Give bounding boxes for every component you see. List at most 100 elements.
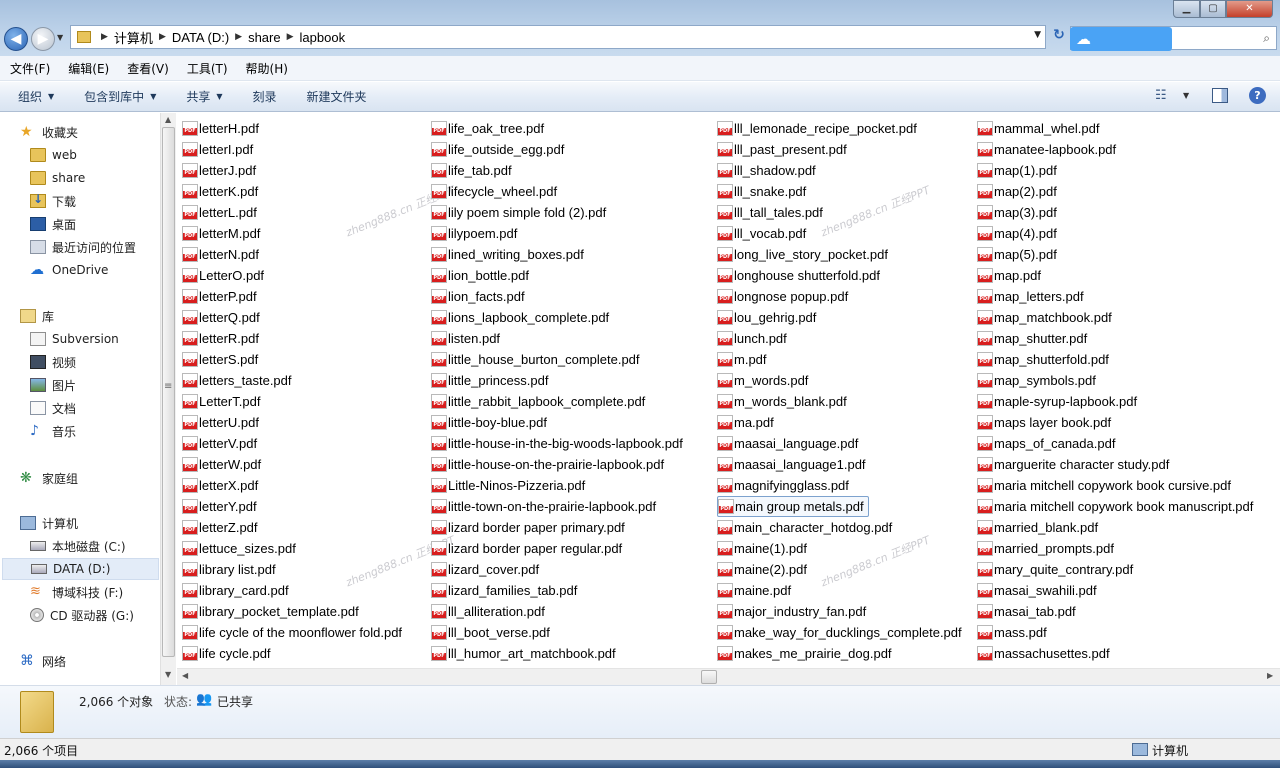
new-folder-button[interactable]: 新建文件夹 xyxy=(289,88,379,105)
file-item[interactable]: life_oak_tree.pdf xyxy=(431,118,544,139)
file-item[interactable]: lou_gehrig.pdf xyxy=(717,307,816,328)
file-item[interactable]: letterZ.pdf xyxy=(182,517,258,538)
file-item[interactable]: masai_swahili.pdf xyxy=(977,580,1097,601)
file-item[interactable]: life_outside_egg.pdf xyxy=(431,139,564,160)
file-item[interactable]: lions_lapbook_complete.pdf xyxy=(431,307,609,328)
chevron-right-icon[interactable]: ▶ xyxy=(101,32,108,42)
menu-help[interactable]: 帮助(H) xyxy=(236,60,296,77)
navigation-scrollbar[interactable]: ▲ ▼ xyxy=(160,113,176,685)
file-item[interactable]: lll_shadow.pdf xyxy=(717,160,816,181)
file-item[interactable]: maria mitchell copywork book cursive.pdf xyxy=(977,475,1231,496)
file-item[interactable]: letterY.pdf xyxy=(182,496,257,517)
file-item[interactable]: map(3).pdf xyxy=(977,202,1057,223)
file-item[interactable]: letterJ.pdf xyxy=(182,160,256,181)
file-item[interactable]: lion_bottle.pdf xyxy=(431,265,529,286)
file-item[interactable]: map_symbols.pdf xyxy=(977,370,1096,391)
file-item[interactable]: maps_of_canada.pdf xyxy=(977,433,1115,454)
file-item[interactable]: letterW.pdf xyxy=(182,454,261,475)
file-item[interactable]: maps layer book.pdf xyxy=(977,412,1111,433)
file-item[interactable]: lll_vocab.pdf xyxy=(717,223,806,244)
menu-view[interactable]: 查看(V) xyxy=(117,60,177,77)
file-item[interactable]: listen.pdf xyxy=(431,328,500,349)
nav-homegroup[interactable]: ❋ 家庭组 xyxy=(20,467,78,489)
file-item[interactable]: map_letters.pdf xyxy=(977,286,1084,307)
file-item[interactable]: letterL.pdf xyxy=(182,202,257,223)
file-item[interactable]: lll_alliteration.pdf xyxy=(431,601,545,622)
file-item[interactable]: letterM.pdf xyxy=(182,223,260,244)
file-item[interactable]: lll_lemonade_recipe_pocket.pdf xyxy=(717,118,917,139)
address-bar[interactable]: ▶ 计算机 ▶ DATA (D:) ▶ share ▶ lapbook ▼ xyxy=(70,25,1046,49)
nav-item-onedrive[interactable]: ☁ OneDrive xyxy=(30,259,108,281)
file-item[interactable]: map_shutterfold.pdf xyxy=(977,349,1109,370)
scroll-right-arrow-icon[interactable]: ▶ xyxy=(1267,671,1273,680)
file-item[interactable]: lilypoem.pdf xyxy=(431,223,517,244)
file-item[interactable]: major_industry_fan.pdf xyxy=(717,601,866,622)
file-item[interactable]: little-house-in-the-big-woods-lapbook.pd… xyxy=(431,433,683,454)
nav-item-subversion[interactable]: Subversion xyxy=(30,328,119,350)
file-item[interactable]: map_matchbook.pdf xyxy=(977,307,1112,328)
scroll-down-arrow-icon[interactable]: ▼ xyxy=(165,670,171,679)
change-view-icon[interactable]: ☷ xyxy=(1155,88,1167,103)
file-item[interactable]: lion_facts.pdf xyxy=(431,286,525,307)
breadcrumb-drive[interactable]: DATA (D:) xyxy=(172,30,229,45)
file-item[interactable]: maple-syrup-lapbook.pdf xyxy=(977,391,1137,412)
cloud-drive-overlay[interactable]: ☁ xyxy=(1070,27,1172,51)
file-item[interactable]: map(5).pdf xyxy=(977,244,1057,265)
minimize-button[interactable]: ▁ xyxy=(1173,0,1200,18)
horizontal-scrollbar[interactable]: ◀ ▶ xyxy=(177,668,1280,685)
maximize-button[interactable]: ▢ xyxy=(1200,0,1226,18)
breadcrumb-lapbook[interactable]: lapbook xyxy=(300,30,346,45)
refresh-button[interactable]: ↻ xyxy=(1050,27,1068,47)
file-item[interactable]: magnifyingglass.pdf xyxy=(717,475,849,496)
scroll-thumb[interactable] xyxy=(701,670,717,684)
nav-item-drive-g[interactable]: CD 驱动器 (G:) xyxy=(30,604,134,626)
nav-item-drive-c[interactable]: 本地磁盘 (C:) xyxy=(30,535,126,557)
file-item[interactable]: map(2).pdf xyxy=(977,181,1057,202)
nav-network[interactable]: ⌘ 网络 xyxy=(20,650,66,672)
nav-item-drive-d[interactable]: DATA (D:) xyxy=(2,558,159,580)
file-item[interactable]: massachusettes.pdf xyxy=(977,643,1110,664)
file-item[interactable]: lll_tall_tales.pdf xyxy=(717,202,823,223)
file-item[interactable]: longnose popup.pdf xyxy=(717,286,848,307)
file-item[interactable]: map.pdf xyxy=(977,265,1041,286)
file-item[interactable]: marguerite character study.pdf xyxy=(977,454,1169,475)
file-item[interactable]: maine(2).pdf xyxy=(717,559,807,580)
file-item[interactable]: mammal_whel.pdf xyxy=(977,118,1100,139)
nav-item-recent[interactable]: 最近访问的位置 xyxy=(30,236,136,258)
file-item[interactable]: little-town-on-the-prairie-lapbook.pdf xyxy=(431,496,656,517)
file-item[interactable]: Little-Ninos-Pizzeria.pdf xyxy=(431,475,585,496)
file-item[interactable]: long_live_story_pocket.pdf xyxy=(717,244,888,265)
file-item[interactable]: maria mitchell copywork book manuscript.… xyxy=(977,496,1253,517)
file-item[interactable]: mary_quite_contrary.pdf xyxy=(977,559,1133,580)
file-item[interactable]: life cycle of the moonflower fold.pdf xyxy=(182,622,402,643)
nav-item-desktop[interactable]: 桌面 xyxy=(30,213,76,235)
file-item[interactable]: map_shutter.pdf xyxy=(977,328,1087,349)
file-item[interactable]: library_pocket_template.pdf xyxy=(182,601,359,622)
file-item[interactable]: letterR.pdf xyxy=(182,328,259,349)
forward-button[interactable]: ▶ xyxy=(31,27,55,51)
file-item[interactable]: map(4).pdf xyxy=(977,223,1057,244)
file-item[interactable]: maine.pdf xyxy=(717,580,791,601)
file-item[interactable]: library_card.pdf xyxy=(182,580,289,601)
file-item[interactable]: masai_tab.pdf xyxy=(977,601,1076,622)
file-item[interactable]: life_tab.pdf xyxy=(431,160,512,181)
file-item[interactable]: little-boy-blue.pdf xyxy=(431,412,547,433)
file-item[interactable]: lily poem simple fold (2).pdf xyxy=(431,202,606,223)
file-item[interactable]: lizard border paper regular.pdf xyxy=(431,538,622,559)
file-item[interactable]: maasai_language1.pdf xyxy=(717,454,866,475)
file-item[interactable]: library list.pdf xyxy=(182,559,276,580)
file-item[interactable]: main_character_hotdog.pdf xyxy=(717,517,892,538)
file-item[interactable]: m_words.pdf xyxy=(717,370,808,391)
scroll-up-arrow-icon[interactable]: ▲ xyxy=(165,115,171,124)
nav-item-drive-f[interactable]: ≋ 博域科技 (F:) xyxy=(30,581,123,603)
file-item[interactable]: letterK.pdf xyxy=(182,181,258,202)
search-icon[interactable]: ⌕ xyxy=(1263,31,1270,46)
file-item[interactable]: lined_writing_boxes.pdf xyxy=(431,244,584,265)
file-item[interactable]: manatee-lapbook.pdf xyxy=(977,139,1116,160)
file-item[interactable]: lizard_families_tab.pdf xyxy=(431,580,577,601)
file-item[interactable]: letterQ.pdf xyxy=(182,307,260,328)
organize-button[interactable]: 组织 ▼ xyxy=(0,88,66,105)
file-item[interactable]: lizard border paper primary.pdf xyxy=(431,517,625,538)
back-button[interactable]: ◀ xyxy=(4,27,28,51)
nav-item-documents[interactable]: 文档 xyxy=(30,397,76,419)
